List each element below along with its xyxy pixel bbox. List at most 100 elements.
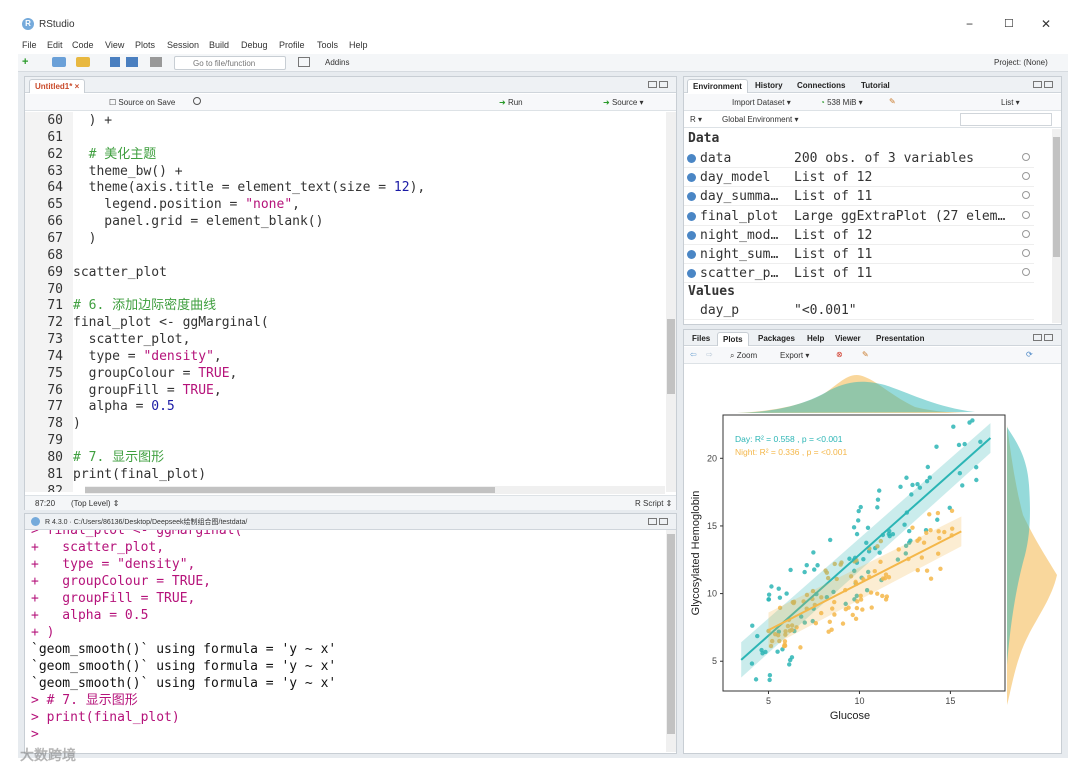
code-line[interactable]: 60 ) + (25, 112, 112, 129)
expand-icon[interactable] (687, 154, 696, 163)
source-button[interactable]: ➜ Source ▾ (603, 98, 644, 107)
console-scrollbar[interactable] (666, 530, 676, 752)
code-line[interactable]: 79 (25, 432, 73, 450)
env-value-row[interactable]: day_p "<0.001" (684, 301, 1034, 320)
expand-icon[interactable] (687, 173, 696, 183)
code-line[interactable]: 72 final_plot <- ggMarginal( (25, 314, 269, 332)
console-output[interactable]: > final_plot <- ggMarginal(+ scatter_plo… (25, 530, 665, 752)
editor-vscrollbar[interactable] (666, 112, 676, 492)
menu-edit[interactable]: Edit (47, 40, 63, 50)
env-row[interactable]: night_mod… List of 12 (684, 226, 1034, 245)
close-button[interactable]: ✕ (1041, 17, 1051, 31)
expand-icon[interactable] (687, 250, 696, 259)
code-line[interactable]: 62 # 美化主题 (25, 145, 156, 163)
plots-minmax[interactable] (1033, 333, 1055, 342)
code-line[interactable]: 63 theme_bw() + (25, 162, 183, 180)
env-scrollbar[interactable] (1052, 129, 1061, 323)
menu-debug[interactable]: Debug (241, 40, 268, 50)
addins-button[interactable]: Addins (325, 58, 349, 67)
minimize-button[interactable]: − (966, 17, 973, 31)
env-minmax[interactable] (1033, 80, 1055, 89)
run-button[interactable]: ➜ Run (499, 98, 523, 107)
code-line[interactable]: 70 (25, 280, 73, 298)
scope-selector[interactable]: (Top Level) ⇕ (71, 499, 120, 508)
memory-usage[interactable]: ◔ 538 MiB ▾ (820, 98, 863, 107)
code-line[interactable]: 71 # 6. 添加边际密度曲线 (25, 297, 216, 315)
tab-presentation[interactable]: Presentation (871, 332, 929, 346)
menu-plots[interactable]: Plots (135, 40, 155, 50)
tab-untitled1[interactable]: Untitled1* × (29, 79, 86, 93)
clear-plots-icon[interactable]: ✎ (862, 350, 869, 359)
env-row[interactable]: day_summa… List of 11 (684, 187, 1034, 207)
search-icon[interactable] (193, 97, 201, 105)
print-icon[interactable] (150, 57, 162, 67)
expand-icon[interactable] (687, 211, 696, 221)
tab-files[interactable]: Files (687, 332, 715, 346)
list-view-button[interactable]: List ▾ (1001, 98, 1020, 107)
env-row[interactable]: day_model List of 12 (684, 168, 1034, 188)
menu-file[interactable]: File (22, 40, 37, 50)
env-search-input[interactable] (960, 113, 1052, 126)
tab-tutorial[interactable]: Tutorial (856, 79, 895, 93)
new-project-icon[interactable] (52, 57, 66, 67)
code-line[interactable]: 68 (25, 246, 73, 264)
maximize-button[interactable]: ☐ (1004, 17, 1014, 30)
code-line[interactable]: 80 # 7. 显示图形 (25, 449, 164, 466)
source-on-save-checkbox[interactable]: ☐ Source on Save (109, 98, 175, 107)
export-button[interactable]: Export ▾ (780, 351, 809, 360)
env-row[interactable]: final_plot Large ggExtraPlot (27 elem… (684, 207, 1034, 226)
broom-icon[interactable]: ✎ (889, 97, 896, 106)
expand-icon[interactable] (687, 230, 696, 240)
expand-icon[interactable] (687, 269, 696, 279)
tab-environment[interactable]: Environment (687, 79, 748, 93)
code-line[interactable]: 78) (25, 415, 81, 433)
grid-icon[interactable] (298, 57, 310, 67)
project-menu[interactable]: Project: (None) (994, 58, 1048, 67)
save-all-icon[interactable] (126, 57, 138, 67)
tab-history[interactable]: History (750, 79, 788, 93)
tab-viewer[interactable]: Viewer (830, 332, 866, 346)
code-line[interactable]: 81 print(final_plot) (25, 465, 206, 483)
code-area[interactable]: 60 ) +61 62 # 美化主题 63 theme_bw() +64 theme… (25, 112, 665, 492)
code-line[interactable]: 65 legend.position = "none", (25, 196, 300, 214)
code-line[interactable]: 64 theme(axis.title = element_text(size … (25, 179, 425, 197)
code-line[interactable]: 67 ) (25, 229, 96, 247)
console-minmax[interactable] (648, 517, 670, 526)
editor-minmax[interactable] (648, 80, 670, 89)
editor-hscrollbar[interactable] (85, 486, 665, 494)
prev-plot-icon[interactable]: ⇦ (690, 350, 697, 359)
menu-code[interactable]: Code (72, 40, 94, 50)
env-row[interactable]: scatter_p… List of 11 (684, 264, 1034, 284)
remove-plot-icon[interactable]: ⊗ (836, 350, 843, 359)
view-icon[interactable] (1022, 153, 1030, 161)
view-icon[interactable] (1022, 229, 1030, 238)
code-line[interactable]: 77 alpha = 0.5 (25, 398, 175, 416)
save-icon[interactable] (110, 57, 120, 67)
expand-icon[interactable] (687, 192, 696, 202)
menu-help[interactable]: Help (349, 40, 368, 50)
menu-tools[interactable]: Tools (317, 40, 338, 50)
code-line[interactable]: 73 scatter_plot, (25, 331, 190, 349)
code-line[interactable]: 66 panel.grid = element_blank() (25, 213, 323, 231)
env-row[interactable]: night_sum… List of 11 (684, 245, 1034, 264)
menu-session[interactable]: Session (167, 40, 199, 50)
refresh-icon[interactable]: ⟳ (1026, 350, 1033, 359)
view-icon[interactable] (1022, 210, 1030, 219)
code-line[interactable]: 82 (25, 482, 73, 492)
code-line[interactable]: 61 (25, 128, 73, 146)
scope-dropdown[interactable]: Global Environment ▾ (722, 115, 799, 124)
file-type-selector[interactable]: R Script ⇕ (635, 499, 672, 508)
language-selector[interactable]: R ▾ (690, 115, 702, 124)
tab-plots[interactable]: Plots (717, 332, 749, 346)
next-plot-icon[interactable]: ⇨ (706, 350, 713, 359)
new-file-icon[interactable]: + (22, 56, 28, 68)
open-file-icon[interactable] (76, 57, 90, 67)
code-line[interactable]: 69 scatter_plot (25, 263, 167, 281)
tab-connections[interactable]: Connections (792, 79, 850, 93)
zoom-button[interactable]: ⌕ Zoom (730, 351, 757, 361)
menu-build[interactable]: Build (209, 40, 229, 50)
code-line[interactable]: 74 type = "density", (25, 347, 222, 365)
code-line[interactable]: 76 groupFill = TRUE, (25, 381, 222, 399)
tab-help[interactable]: Help (802, 332, 829, 346)
env-row[interactable]: data 200 obs. of 3 variables (684, 149, 1034, 168)
